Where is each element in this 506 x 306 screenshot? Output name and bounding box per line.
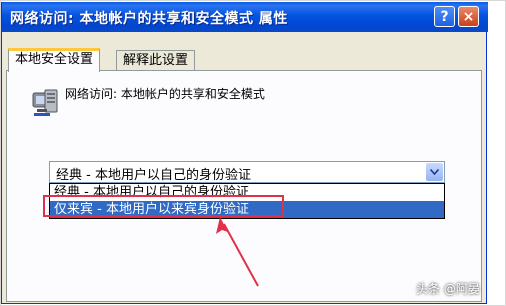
help-icon: ?: [440, 8, 449, 25]
tab-explain-setting[interactable]: 解释此设置: [116, 50, 196, 70]
watermark: 头条 @阿晏: [416, 282, 480, 296]
close-button[interactable]: ×: [458, 6, 479, 27]
dropdown-toggle-button[interactable]: [426, 163, 443, 181]
window-title: 网络访问: 本地帐户的共享和安全模式 属性: [10, 11, 288, 27]
policy-name: 网络访问: 本地帐户的共享和安全模式: [65, 87, 265, 101]
annotation-arrow-icon: [216, 217, 259, 287]
title-bar[interactable]: 网络访问: 本地帐户的共享和安全模式 属性 ? ×: [2, 2, 488, 32]
close-icon: ×: [462, 8, 475, 25]
help-button[interactable]: ?: [434, 6, 455, 27]
sharing-model-select[interactable]: 经典 - 本地用户以自己的身份验证: [49, 161, 445, 183]
tab-local-security-setting[interactable]: 本地安全设置: [8, 48, 101, 72]
chevron-down-icon: [430, 169, 439, 175]
policy-icon: [32, 89, 58, 116]
select-value: 经典 - 本地用户以自己的身份验证: [56, 168, 251, 183]
